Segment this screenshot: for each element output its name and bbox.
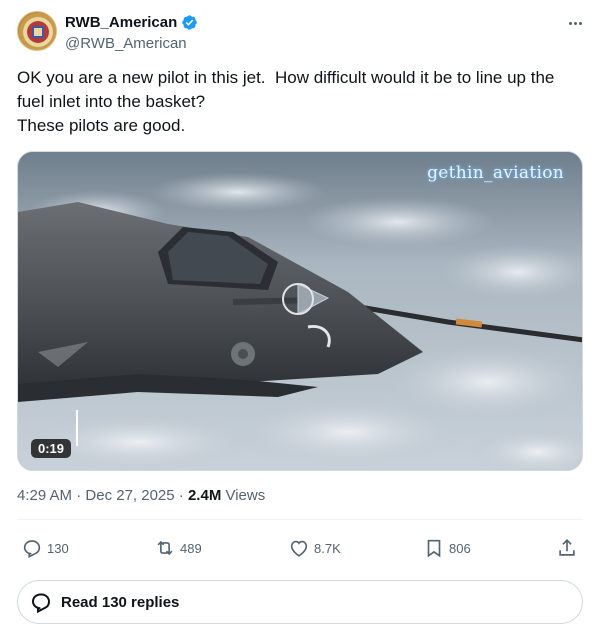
- tweet-header: RWB_American @RWB_American: [17, 11, 587, 55]
- more-horizontal-icon[interactable]: [563, 13, 587, 33]
- reply-count: 130: [47, 540, 69, 556]
- share-icon: [559, 539, 575, 556]
- action-bar: 130 489 8.7K 806: [17, 530, 583, 566]
- speech-bubble-icon: [31, 593, 51, 614]
- bookmark-count: 806: [449, 540, 471, 556]
- like-button[interactable]: 8.7K: [288, 530, 341, 566]
- divider: [17, 519, 583, 520]
- bookmark-icon: [427, 539, 441, 558]
- repost-count: 489: [180, 540, 202, 556]
- display-name[interactable]: RWB_American: [65, 14, 177, 31]
- verified-badge-icon: [181, 14, 198, 31]
- views-count[interactable]: 2.4M: [188, 487, 221, 504]
- video-duration-badge: 0:19: [31, 439, 72, 458]
- bookmark-button[interactable]: 806: [423, 530, 471, 566]
- tweet-time[interactable]: 4:29 AM: [17, 487, 72, 504]
- like-count: 8.7K: [314, 540, 341, 556]
- video-frame: [18, 152, 582, 470]
- repost-icon: [157, 540, 173, 556]
- tweet-meta: 4:29 AM · Dec 27, 2025 · 2.4M Views: [17, 487, 265, 504]
- name-line: RWB_American: [65, 14, 198, 31]
- reply-button[interactable]: 130: [21, 530, 69, 566]
- heart-icon: [290, 540, 308, 557]
- repost-button[interactable]: 489: [154, 530, 202, 566]
- tweet-date[interactable]: Dec 27, 2025: [85, 487, 174, 504]
- video-player[interactable]: gethin_aviation 0:19: [17, 151, 583, 471]
- views-label: Views: [221, 487, 266, 504]
- avatar[interactable]: [17, 11, 57, 51]
- meta-separator: ·: [72, 487, 86, 504]
- reply-icon: [23, 540, 41, 559]
- video-watermark: gethin_aviation: [427, 163, 564, 183]
- read-replies-label: Read 130 replies: [61, 593, 180, 611]
- meta-separator: ·: [174, 487, 188, 504]
- read-replies-button[interactable]: Read 130 replies: [17, 580, 583, 624]
- share-button[interactable]: [556, 530, 578, 566]
- handle[interactable]: @RWB_American: [65, 35, 187, 52]
- tweet-text: OK you are a new pilot in this jet. How …: [17, 68, 555, 135]
